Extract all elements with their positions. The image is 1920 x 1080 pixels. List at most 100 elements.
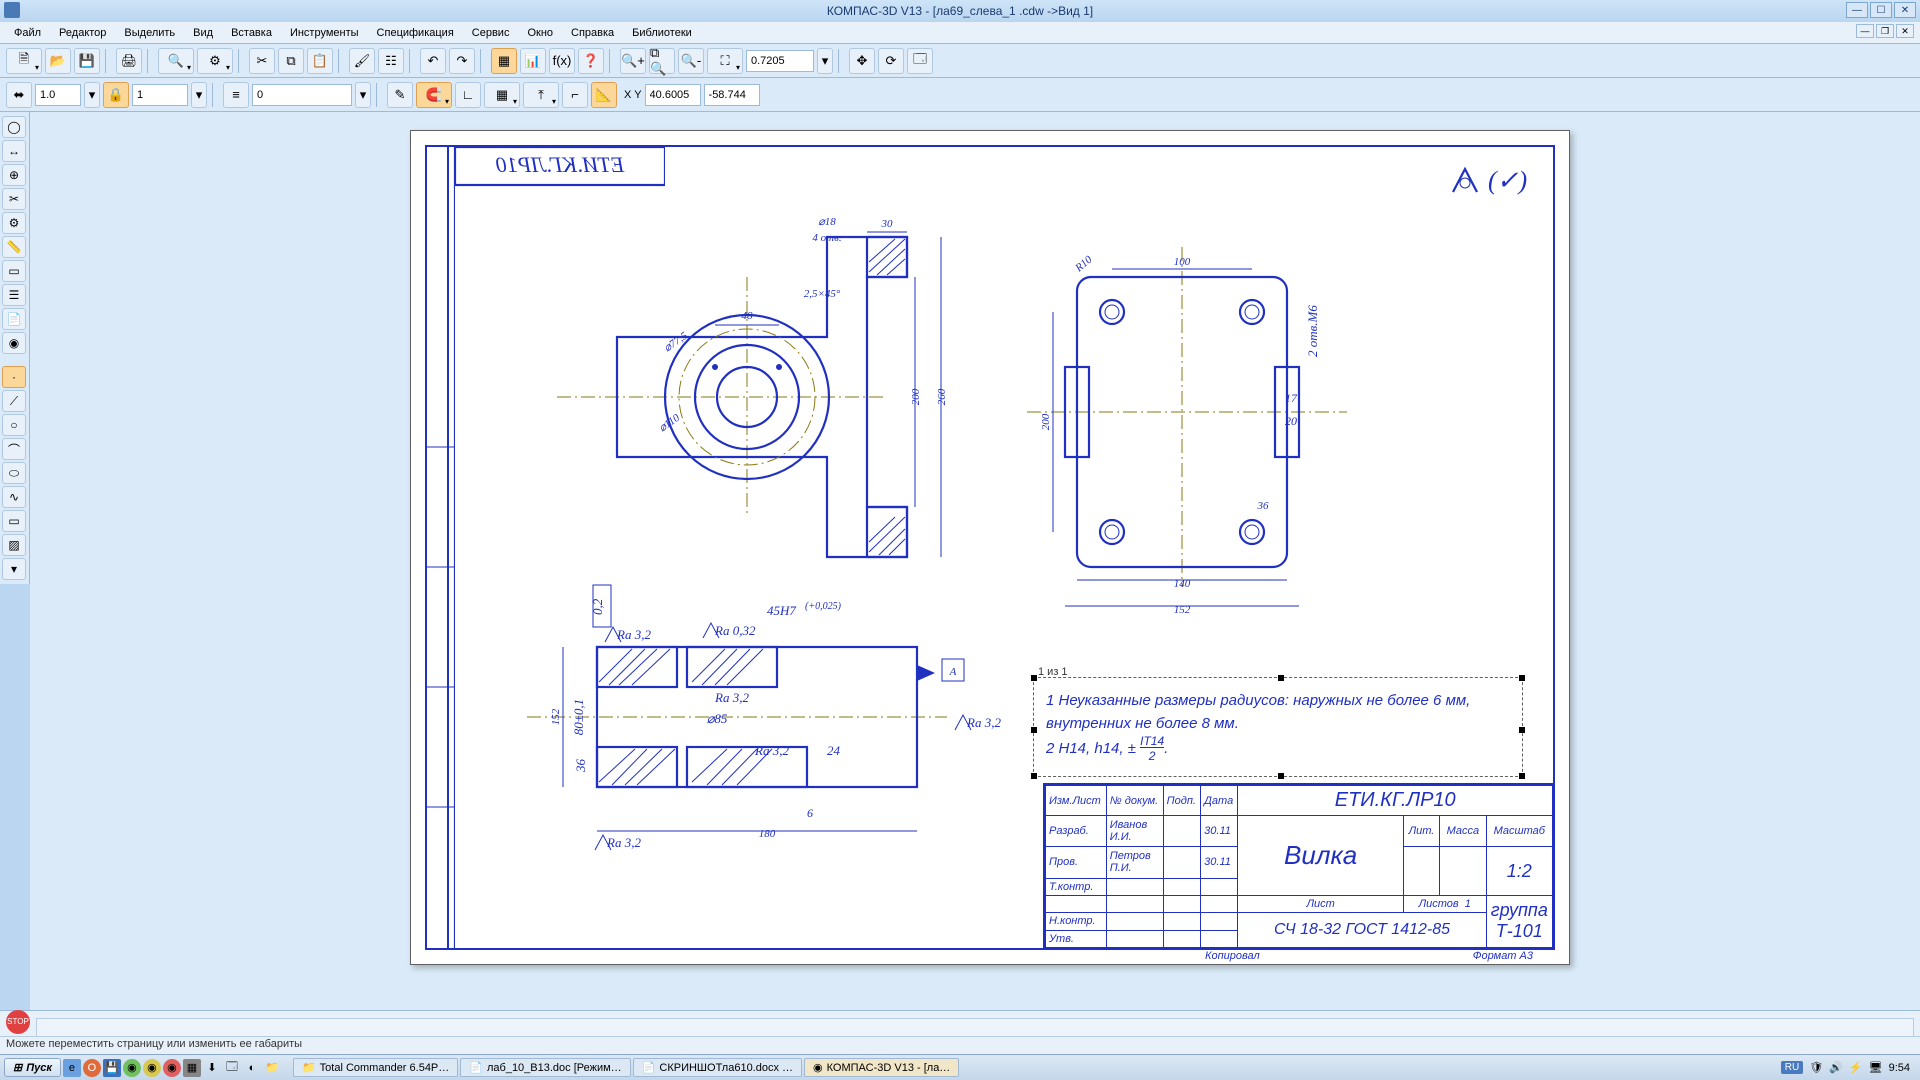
zoom-fit-button[interactable]: ⛶ bbox=[707, 48, 743, 74]
taskbar-item-kompas[interactable]: ◉ КОМПАС-3D V13 - [ла… bbox=[804, 1058, 959, 1077]
copy-button[interactable]: ⧉ bbox=[278, 48, 304, 74]
lineweight-input[interactable] bbox=[35, 84, 81, 106]
tool-more[interactable]: ▾ bbox=[2, 558, 26, 580]
ql-opera-icon[interactable]: O bbox=[83, 1059, 101, 1077]
mdi-minimize-button[interactable]: — bbox=[1856, 24, 1874, 38]
ortho-icon[interactable]: ∟ bbox=[455, 82, 481, 108]
ql-app2-icon[interactable]: ◉ bbox=[143, 1059, 161, 1077]
mdi-restore-button[interactable]: ❐ bbox=[1876, 24, 1894, 38]
ql-app4-icon[interactable]: ▦ bbox=[183, 1059, 201, 1077]
properties-button[interactable]: ☷ bbox=[378, 48, 404, 74]
maximize-button[interactable]: ☐ bbox=[1870, 2, 1892, 18]
coord-y-input[interactable] bbox=[704, 84, 760, 106]
layer-input[interactable] bbox=[132, 84, 188, 106]
linestyle-drop[interactable]: ▾ bbox=[355, 82, 371, 108]
open-button[interactable]: 📂 bbox=[45, 48, 71, 74]
menu-file[interactable]: Файл bbox=[6, 25, 49, 41]
technical-notes[interactable]: 1 из 1 1 Неуказанные размеры радиусов: н… bbox=[1033, 677, 1523, 777]
ql-explorer-icon[interactable]: 📁 bbox=[263, 1059, 281, 1077]
zoom-dropdown[interactable]: ▾ bbox=[817, 48, 833, 74]
tool-point[interactable]: · bbox=[2, 366, 26, 388]
tray-icon-4[interactable]: 🖥 bbox=[1869, 1061, 1883, 1074]
taskbar-item-word2[interactable]: 📄 СКРИНШОТла610.docx … bbox=[633, 1058, 802, 1077]
menu-spec[interactable]: Спецификация bbox=[369, 25, 462, 41]
ortho-mode-button[interactable]: 📐 bbox=[591, 82, 617, 108]
format-painter-button[interactable]: 🖌 bbox=[349, 48, 375, 74]
round-button[interactable]: ⌐ bbox=[562, 82, 588, 108]
insert-tab[interactable]: ◉ bbox=[2, 332, 26, 354]
ql-app3-icon[interactable]: ◉ bbox=[163, 1059, 181, 1077]
layer-lock-icon[interactable]: 🔒 bbox=[103, 82, 129, 108]
drawing-sheet[interactable]: ЕТИ.КГ.ЛР10 bbox=[410, 130, 1570, 965]
tray-icon-1[interactable]: 🛡 bbox=[1809, 1061, 1823, 1074]
dimensions-tab[interactable]: ↔ bbox=[2, 140, 26, 162]
tray-icon-2[interactable]: 🔊 bbox=[1829, 1061, 1843, 1074]
start-button[interactable]: ⊞ Пуск bbox=[4, 1058, 61, 1077]
title-block[interactable]: Изм.Лист № докум. Подп. Дата ЕТИ.КГ.ЛР10… bbox=[1043, 783, 1553, 948]
lang-indicator[interactable]: RU bbox=[1781, 1061, 1803, 1074]
select-tab[interactable]: ▭ bbox=[2, 260, 26, 282]
spec-tab[interactable]: ☰ bbox=[2, 284, 26, 306]
tray-clock[interactable]: 9:54 bbox=[1889, 1062, 1910, 1074]
lcs-button[interactable]: ⤒ bbox=[523, 82, 559, 108]
taskbar-item-word1[interactable]: 📄 лаб_10_В13.doc [Режим… bbox=[460, 1058, 630, 1077]
whats-this-button[interactable]: ❓ bbox=[578, 48, 604, 74]
refresh-button[interactable]: 🗔 bbox=[907, 48, 933, 74]
preview-button[interactable]: 🔍 bbox=[158, 48, 194, 74]
cut-button[interactable]: ✂ bbox=[249, 48, 275, 74]
zoom-window-button[interactable]: ⧉🔍 bbox=[649, 48, 675, 74]
drawing-workspace[interactable]: ЕТИ.КГ.ЛР10 bbox=[30, 112, 1920, 1010]
menu-view[interactable]: Вид bbox=[185, 25, 221, 41]
stop-button[interactable]: STOP bbox=[6, 1010, 30, 1034]
undo-button[interactable]: ↶ bbox=[420, 48, 446, 74]
save-button[interactable]: 💾 bbox=[74, 48, 100, 74]
zoom-input[interactable] bbox=[746, 50, 814, 72]
symbols-tab[interactable]: ⊕ bbox=[2, 164, 26, 186]
paste-button[interactable]: 📋 bbox=[307, 48, 333, 74]
new-button[interactable]: 🗎 bbox=[6, 48, 42, 74]
measure-tab[interactable]: 📏 bbox=[2, 236, 26, 258]
linestyle-input[interactable] bbox=[252, 84, 352, 106]
tool-spline[interactable]: ∿ bbox=[2, 486, 26, 508]
lineweight-icon[interactable]: ⬌ bbox=[6, 82, 32, 108]
menu-window[interactable]: Окно bbox=[519, 25, 561, 41]
taskbar-item-tc[interactable]: 📁 Total Commander 6.54P… bbox=[293, 1058, 458, 1077]
menu-tools[interactable]: Инструменты bbox=[282, 25, 367, 41]
tool-hatch[interactable]: ▨ bbox=[2, 534, 26, 556]
ql-app1-icon[interactable]: ◉ bbox=[123, 1059, 141, 1077]
ql-app5-icon[interactable]: ⬇ bbox=[203, 1059, 221, 1077]
fx-button[interactable]: f(x) bbox=[549, 48, 575, 74]
rebuild-button[interactable]: ⟳ bbox=[878, 48, 904, 74]
menu-service[interactable]: Сервис bbox=[464, 25, 518, 41]
tool-line[interactable]: ⟋ bbox=[2, 390, 26, 412]
props-button[interactable]: ⚙ bbox=[197, 48, 233, 74]
ql-desktop-icon[interactable]: 🗔 bbox=[223, 1059, 241, 1077]
menu-help[interactable]: Справка bbox=[563, 25, 622, 41]
menu-libraries[interactable]: Библиотеки bbox=[624, 25, 700, 41]
zoom-out-button[interactable]: 🔍- bbox=[678, 48, 704, 74]
layer-drop[interactable]: ▾ bbox=[191, 82, 207, 108]
edit-tab[interactable]: ✂ bbox=[2, 188, 26, 210]
grid-button[interactable]: ▦ bbox=[484, 82, 520, 108]
redo-button[interactable]: ↷ bbox=[449, 48, 475, 74]
mdi-close-button[interactable]: ✕ bbox=[1896, 24, 1914, 38]
linestyle-icon[interactable]: ≡ bbox=[223, 82, 249, 108]
tool-ellipse[interactable]: ⬭ bbox=[2, 462, 26, 484]
ql-chrome-icon[interactable]: ◐ bbox=[243, 1059, 261, 1077]
snap-button[interactable]: 🧲 bbox=[416, 82, 452, 108]
coord-x-input[interactable] bbox=[645, 84, 701, 106]
tool-circle[interactable]: ○ bbox=[2, 414, 26, 436]
menu-edit[interactable]: Редактор bbox=[51, 25, 114, 41]
menu-select[interactable]: Выделить bbox=[116, 25, 183, 41]
edit-button[interactable]: ✎ bbox=[387, 82, 413, 108]
tool-arc[interactable]: ⌒ bbox=[2, 438, 26, 460]
lineweight-drop[interactable]: ▾ bbox=[84, 82, 100, 108]
ql-save-icon[interactable]: 💾 bbox=[103, 1059, 121, 1077]
ql-ie-icon[interactable]: e bbox=[63, 1059, 81, 1077]
params-tab[interactable]: ⚙ bbox=[2, 212, 26, 234]
pan-button[interactable]: ✥ bbox=[849, 48, 875, 74]
close-button[interactable]: ✕ bbox=[1894, 2, 1916, 18]
variables-button[interactable]: 📊 bbox=[520, 48, 546, 74]
zoom-in-button[interactable]: 🔍+ bbox=[620, 48, 646, 74]
tray-icon-3[interactable]: ⚡ bbox=[1849, 1061, 1863, 1074]
